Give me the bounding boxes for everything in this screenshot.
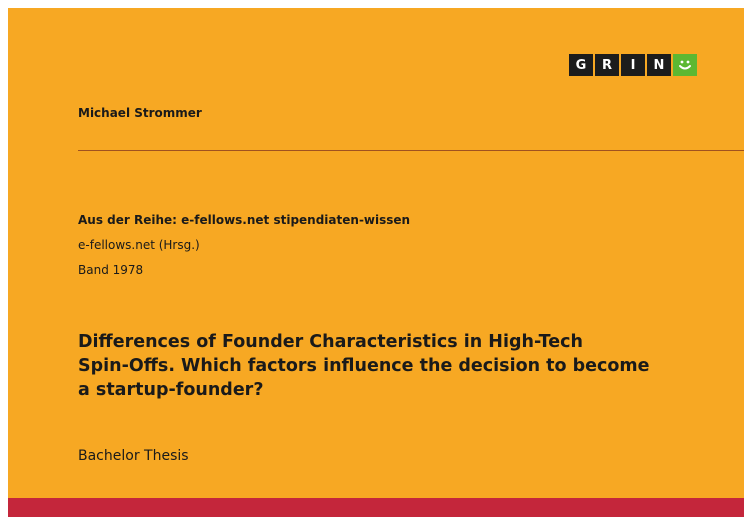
grin-logo: G R I N bbox=[569, 54, 697, 76]
series-label: Aus der Reihe: e-fellows.net stipendiate… bbox=[78, 213, 411, 227]
volume-label: Band 1978 bbox=[78, 263, 144, 277]
editor-label: e-fellows.net (Hrsg.) bbox=[78, 238, 200, 252]
title-line-3: a startup-founder? bbox=[78, 380, 264, 400]
book-cover: G R I N Michael Strommer Aus der Reihe: … bbox=[8, 8, 744, 517]
smiley-icon bbox=[673, 54, 697, 76]
title-line-1: Differences of Founder Characteristics i… bbox=[78, 332, 583, 352]
logo-letter-i: I bbox=[621, 54, 645, 76]
book-title: Differences of Founder Characteristics i… bbox=[78, 330, 698, 402]
divider-line bbox=[78, 150, 744, 151]
smiley-icon-glyph bbox=[679, 60, 691, 70]
logo-letter-n: N bbox=[647, 54, 671, 76]
logo-letter-r: R bbox=[595, 54, 619, 76]
document-type: Bachelor Thesis bbox=[78, 448, 189, 464]
author-name: Michael Strommer bbox=[78, 106, 202, 120]
logo-letter-g: G bbox=[569, 54, 593, 76]
bottom-color-band bbox=[8, 498, 744, 517]
title-line-2: Spin-Offs. Which factors influence the d… bbox=[78, 356, 650, 376]
